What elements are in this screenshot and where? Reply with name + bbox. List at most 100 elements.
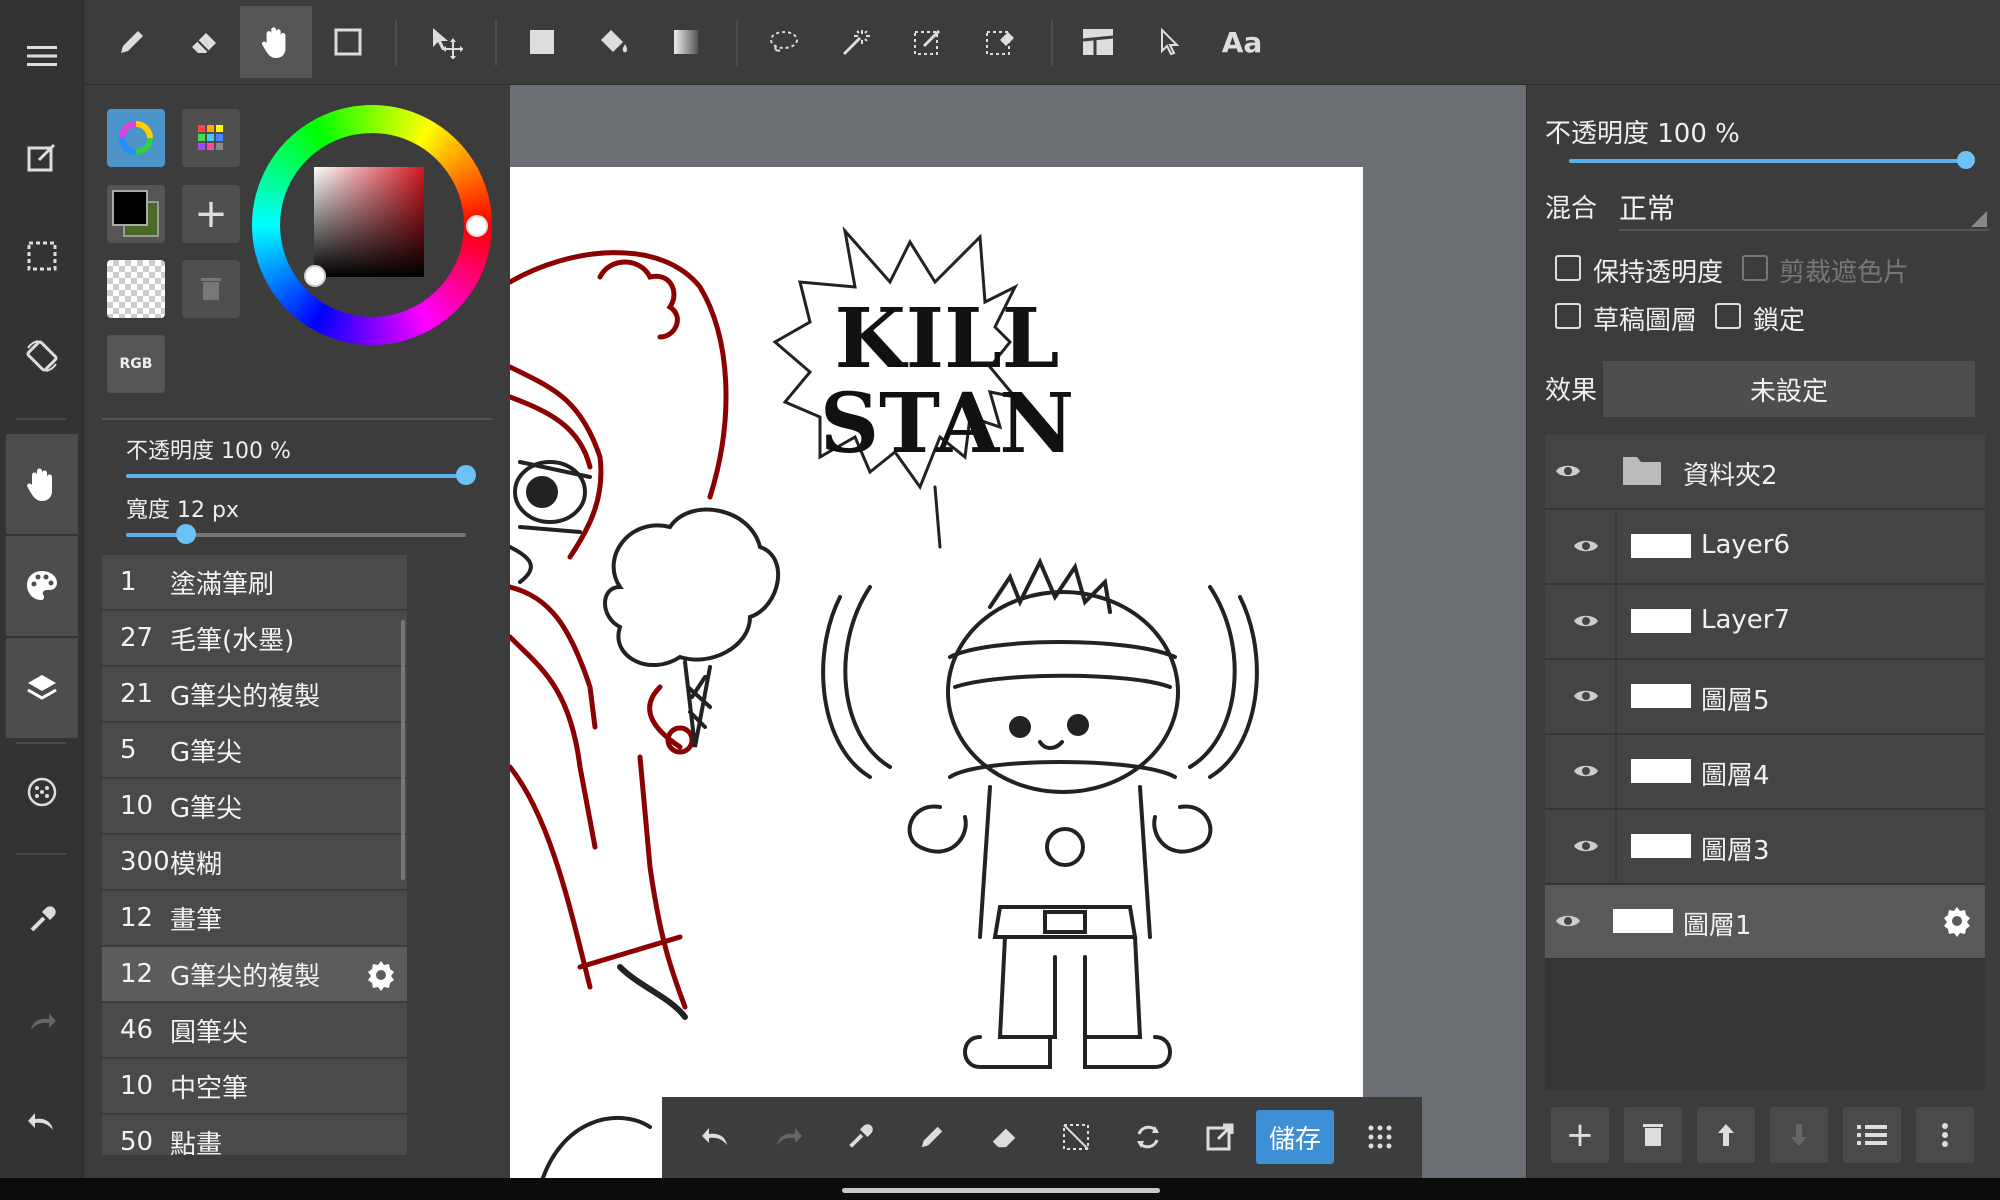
- slider-knob[interactable]: [1957, 151, 1975, 169]
- eraser-icon[interactable]: [168, 6, 240, 78]
- grid-menu-icon[interactable]: [1348, 1105, 1412, 1169]
- delete-color-icon[interactable]: [182, 260, 240, 318]
- draft-layer-checkbox[interactable]: [1555, 303, 1581, 329]
- visibility-eye-icon[interactable]: [1555, 462, 1581, 480]
- undo-icon[interactable]: [0, 1080, 84, 1164]
- layers-icon[interactable]: [6, 638, 78, 738]
- move-layer-up-icon[interactable]: [1697, 1107, 1755, 1163]
- select-eraser-icon[interactable]: [964, 6, 1036, 78]
- move-layer-down-icon[interactable]: [1770, 1107, 1828, 1163]
- brush-list-item[interactable]: 10 G筆尖: [102, 779, 407, 835]
- frame-divider-icon[interactable]: [1062, 6, 1134, 78]
- brush-list-item[interactable]: 12 畫筆: [102, 891, 407, 947]
- text-tool-icon[interactable]: Aa: [1206, 6, 1278, 78]
- saturation-value-square[interactable]: [314, 167, 424, 277]
- foreground-color-swatch[interactable]: [112, 190, 148, 226]
- rgb-mode-button[interactable]: RGB: [107, 335, 165, 393]
- pointer-icon[interactable]: [1134, 6, 1206, 78]
- share-icon[interactable]: [1188, 1105, 1252, 1169]
- deselect-icon[interactable]: [1044, 1105, 1108, 1169]
- layer-menu-list-icon[interactable]: [1843, 1107, 1901, 1163]
- delete-layer-icon[interactable]: [1624, 1107, 1682, 1163]
- redo-icon[interactable]: [756, 1105, 820, 1169]
- color-wheel-mode-icon[interactable]: [107, 109, 165, 167]
- select-pen-icon[interactable]: [892, 6, 964, 78]
- add-layer-icon[interactable]: +: [1551, 1107, 1609, 1163]
- lock-checkbox[interactable]: [1715, 303, 1741, 329]
- layer-settings-gear-icon[interactable]: [1941, 905, 1973, 937]
- brush-list-scrollbar[interactable]: [401, 620, 405, 880]
- eraser-icon[interactable]: [972, 1105, 1036, 1169]
- eyedropper-icon[interactable]: [828, 1105, 892, 1169]
- layer-row[interactable]: 圖層1: [1545, 885, 1985, 958]
- color-wheel[interactable]: [252, 105, 492, 345]
- bucket-icon[interactable]: [578, 6, 650, 78]
- palette-icon[interactable]: [6, 536, 78, 636]
- gradient-icon[interactable]: [650, 6, 722, 78]
- pen-icon[interactable]: [96, 6, 168, 78]
- effect-button[interactable]: 未設定: [1603, 361, 1975, 417]
- magic-wand-icon[interactable]: [820, 6, 892, 78]
- visibility-eye-icon[interactable]: [1573, 612, 1599, 630]
- brush-list-item[interactable]: 300 模糊: [102, 835, 407, 891]
- palette-grid-icon[interactable]: [182, 109, 240, 167]
- keep-alpha-checkbox[interactable]: [1555, 255, 1581, 281]
- brush-list-item[interactable]: 5 G筆尖: [102, 723, 407, 779]
- brush-list-item[interactable]: 12 G筆尖的複製: [102, 947, 407, 1003]
- add-color-icon[interactable]: +: [182, 185, 240, 243]
- layer-row[interactable]: 圖層4: [1545, 735, 1985, 808]
- hue-handle[interactable]: [466, 215, 488, 237]
- selection-icon[interactable]: [0, 214, 84, 298]
- slider-knob[interactable]: [176, 524, 196, 544]
- undo-icon[interactable]: [684, 1105, 748, 1169]
- color-brush-panel: + RGB 不透明度 100 % 寬度 12 px 1 塗滿筆刷 27 毛筆(水墨) 2…: [84, 85, 570, 1178]
- layer-row[interactable]: 圖層3: [1545, 810, 1985, 883]
- move-icon[interactable]: [410, 6, 482, 78]
- brush-list-item[interactable]: 46 圓筆尖: [102, 1003, 407, 1059]
- brush-list-item[interactable]: 10 中空筆: [102, 1059, 407, 1115]
- eyedropper-icon[interactable]: [0, 878, 84, 962]
- rectangle-icon[interactable]: [312, 6, 384, 78]
- layer-row[interactable]: Layer6: [1545, 510, 1985, 583]
- visibility-eye-icon[interactable]: [1573, 687, 1599, 705]
- hand-icon[interactable]: [240, 6, 312, 78]
- brush-settings-gear-icon[interactable]: [365, 959, 397, 991]
- redo-icon[interactable]: [0, 980, 84, 1064]
- drawing-paper[interactable]: KILL STAN: [510, 167, 1363, 1178]
- material-icon[interactable]: [0, 750, 84, 834]
- lasso-icon[interactable]: [748, 6, 820, 78]
- edit-canvas-icon[interactable]: [0, 115, 84, 199]
- fill-rect-icon[interactable]: [506, 6, 578, 78]
- save-button[interactable]: 儲存: [1256, 1110, 1334, 1164]
- brush-width-slider[interactable]: [126, 524, 466, 544]
- layer-opacity-slider[interactable]: [1569, 151, 1975, 169]
- home-indicator[interactable]: [842, 1188, 1160, 1193]
- pen-icon[interactable]: [900, 1105, 964, 1169]
- visibility-eye-icon[interactable]: [1573, 537, 1599, 555]
- visibility-eye-icon[interactable]: [1555, 912, 1581, 930]
- menu-icon[interactable]: [0, 14, 84, 98]
- layer-folder-row[interactable]: 資料夾2: [1545, 435, 1985, 508]
- brush-opacity-slider[interactable]: [126, 465, 476, 485]
- visibility-eye-icon[interactable]: [1573, 762, 1599, 780]
- hand-tool-icon[interactable]: [6, 434, 78, 534]
- visibility-eye-icon[interactable]: [1573, 837, 1599, 855]
- brush-list-item[interactable]: 1 塗滿筆刷: [102, 555, 407, 611]
- blend-mode-select[interactable]: 正常: [1619, 181, 1989, 231]
- saturation-handle[interactable]: [304, 265, 326, 287]
- keep-alpha-label: 保持透明度: [1593, 258, 1724, 288]
- layer-row[interactable]: 圖層5: [1545, 660, 1985, 733]
- brush-list-item[interactable]: 50 點畫: [102, 1115, 407, 1155]
- slider-knob[interactable]: [456, 465, 476, 485]
- layer-row[interactable]: Layer7: [1545, 585, 1985, 658]
- rotate-canvas-icon[interactable]: [0, 314, 84, 398]
- color-swatch-pair[interactable]: [107, 185, 165, 243]
- transparent-color-swatch[interactable]: [107, 260, 165, 318]
- clipping-checkbox[interactable]: [1742, 255, 1768, 281]
- more-options-icon[interactable]: [1916, 1107, 1974, 1163]
- brush-name: 模糊: [170, 849, 223, 880]
- canvas-area[interactable]: KILL STAN: [510, 85, 1526, 1178]
- brush-list-item[interactable]: 21 G筆尖的複製: [102, 667, 407, 723]
- transform-icon[interactable]: [1116, 1105, 1180, 1169]
- brush-list-item[interactable]: 27 毛筆(水墨): [102, 611, 407, 667]
